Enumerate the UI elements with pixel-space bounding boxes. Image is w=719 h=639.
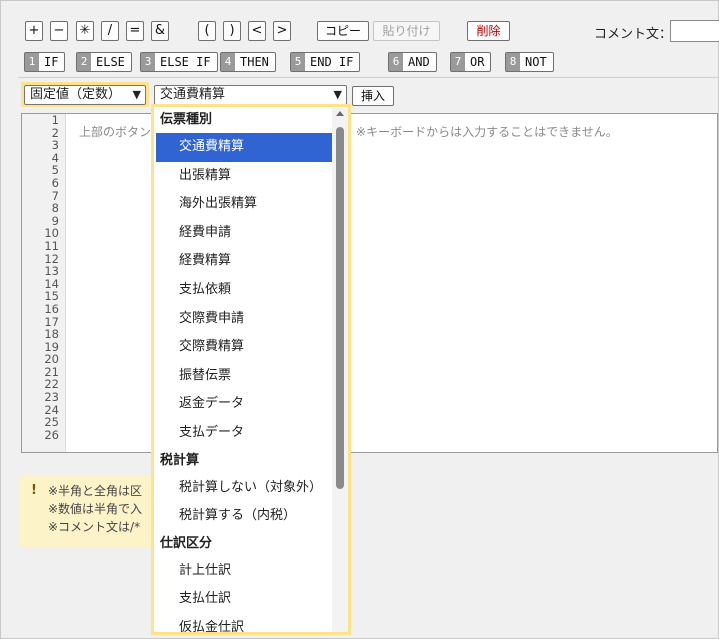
line-number: 8 [51, 201, 59, 216]
keyword-label: NOT [525, 55, 547, 69]
keyword-label: AND [408, 55, 430, 69]
option-group-label: 仕訳区分 [160, 535, 213, 551]
divide-button[interactable]: / [101, 21, 119, 41]
keyword-label: ELSE IF [160, 55, 211, 69]
line-number: 3 [51, 138, 59, 153]
value-type-select[interactable]: 固定値（定数） ▼ [24, 85, 146, 105]
option-group-label: 税計算 [160, 452, 200, 468]
value-type-selected: 固定値（定数） [30, 87, 122, 102]
line-number: 20 [44, 352, 59, 367]
keyword-label: END IF [310, 55, 354, 69]
keyword-label: IF [44, 55, 59, 69]
copy-button[interactable]: コピー [317, 21, 369, 41]
dropdown-option[interactable]: 税計算する（内税） [154, 502, 332, 531]
dropdown-option[interactable]: 交際費申請 [154, 305, 332, 334]
formula-editor-panel: + − ✳ / = & ( ) < > コピー 貼り付け 削除 コメント文： 1… [0, 0, 719, 639]
dropdown-options: 伝票種別交通費精算 出張精算 海外出張精算 経費申請 経費精算 支払依頼 交際費申請 交際費精… [154, 107, 332, 632]
value-selected: 交通費精算 [160, 87, 226, 102]
warning-icon: ! [31, 483, 37, 498]
shortcut-number: 8 [506, 53, 520, 71]
comment-label: コメント文： [594, 27, 673, 42]
dropdown-option[interactable]: 支払データ [154, 419, 332, 448]
notice-line: ※数値は半角で入 [48, 502, 143, 516]
dropdown-option[interactable]: 計上仕訳 [154, 557, 332, 586]
ampersand-button[interactable]: & [151, 21, 169, 41]
and-button[interactable]: 6 AND [388, 52, 437, 72]
toolbar-divider [18, 77, 718, 78]
scroll-up-icon[interactable] [336, 111, 344, 116]
line-number: 16 [44, 301, 59, 316]
chevron-down-icon: ▼ [333, 88, 342, 101]
shortcut-number: 7 [451, 53, 465, 71]
scroll-thumb[interactable] [336, 127, 344, 489]
then-button[interactable]: 4 THEN [220, 52, 276, 72]
else-if-button[interactable]: 3 ELSE IF [140, 52, 218, 72]
dropdown-option[interactable]: 振替伝票 [154, 362, 332, 391]
value-dropdown-list[interactable]: 伝票種別交通費精算 出張精算 海外出張精算 経費申請 経費精算 支払依頼 交際費申請 交際費精… [151, 104, 351, 635]
line-number: 13 [44, 264, 59, 279]
open-paren-button[interactable]: ( [198, 21, 216, 41]
else-button[interactable]: 2 ELSE [76, 52, 132, 72]
notice-line: ※半角と全角は区 [48, 484, 143, 498]
line-number: 23 [44, 390, 59, 405]
dropdown-option[interactable]: 海外出張精算 [154, 190, 332, 219]
dropdown-option[interactable]: 支払仕訳 [154, 585, 332, 614]
comment-input[interactable] [670, 20, 719, 42]
line-number: 18 [44, 327, 59, 342]
line-number: 26 [44, 427, 59, 442]
line-number: 6 [51, 175, 59, 190]
if-button[interactable]: 1 IF [24, 52, 66, 72]
minus-button[interactable]: − [50, 21, 68, 41]
close-paren-button[interactable]: ) [223, 21, 241, 41]
dropdown-option[interactable]: 税計算しない（対象外） [154, 474, 332, 503]
shortcut-number: 4 [221, 53, 235, 71]
multiply-button[interactable]: ✳ [76, 21, 94, 41]
greater-than-button[interactable]: > [273, 21, 291, 41]
keyword-label: THEN [240, 55, 269, 69]
end-if-button[interactable]: 5 END IF [290, 52, 361, 72]
value-select[interactable]: 交通費精算 ▼ [154, 85, 347, 105]
less-than-button[interactable]: < [248, 21, 266, 41]
chevron-down-icon: ▼ [132, 88, 141, 101]
plus-button[interactable]: + [25, 21, 43, 41]
notice-line: ※コメント文は/* [48, 520, 141, 534]
line-number: 11 [44, 238, 59, 253]
dropdown-option[interactable]: 経費申請 [154, 219, 332, 248]
formula-editor[interactable]: 1 2 3 4 5 6 7 8 9 10 11 12 13 14 15 16 17 18 19 20 21 22 23 24 2… [21, 113, 718, 453]
dropdown-scrollbar[interactable] [332, 107, 348, 632]
shortcut-number: 6 [389, 53, 403, 71]
dropdown-option[interactable]: 返金データ [154, 390, 332, 419]
shortcut-number: 1 [25, 53, 39, 71]
keyword-label: OR [470, 55, 485, 69]
line-number-gutter: 1 2 3 4 5 6 7 8 9 10 11 12 13 14 15 16 17 18 19 20 21 22 23 24 2… [22, 114, 66, 452]
shortcut-number: 5 [291, 53, 305, 71]
not-button[interactable]: 8 NOT [505, 52, 554, 72]
shortcut-number: 3 [141, 53, 155, 71]
delete-button[interactable]: 削除 [467, 21, 510, 41]
shortcut-number: 2 [77, 53, 91, 71]
option-group-label: 伝票種別 [160, 112, 213, 127]
dropdown-option[interactable]: 経費精算 [154, 247, 332, 276]
dropdown-option[interactable]: 仮払金仕訳 [154, 614, 332, 632]
line-number: 1 [51, 113, 59, 127]
paste-button[interactable]: 貼り付け [373, 21, 440, 41]
insert-button[interactable]: 挿入 [352, 86, 394, 106]
dropdown-option[interactable]: 支払依頼 [154, 276, 332, 305]
line-number: 25 [44, 415, 59, 430]
dropdown-option[interactable]: 交際費精算 [154, 333, 332, 362]
keyword-label: ELSE [96, 55, 125, 69]
notice-box: ! ※半角と全角は区 ※数値は半角で入 ※コメント文は/* [19, 475, 159, 547]
dropdown-option[interactable]: 出張精算 [154, 162, 332, 191]
equals-button[interactable]: = [126, 21, 144, 41]
or-button[interactable]: 7 OR [450, 52, 492, 72]
dropdown-option[interactable]: 交通費精算 [156, 133, 332, 162]
